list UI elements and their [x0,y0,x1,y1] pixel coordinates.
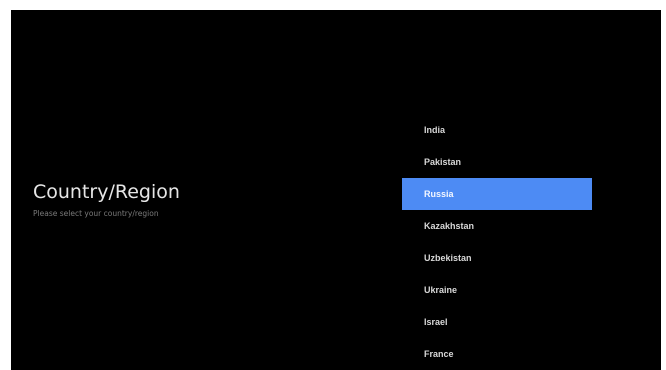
country-item-israel[interactable]: Israel [402,306,592,338]
country-item-ukraine[interactable]: Ukraine [402,274,592,306]
country-item-russia[interactable]: Russia [402,178,592,210]
page-subtitle: Please select your country/region [33,209,159,218]
country-item-india[interactable]: India [402,114,592,146]
country-item-kazakhstan[interactable]: Kazakhstan [402,210,592,242]
tv-screen: Country/Region Please select your countr… [11,10,661,370]
country-item-uzbekistan[interactable]: Uzbekistan [402,242,592,274]
page-title: Country/Region [33,181,180,203]
header-panel: Country/Region Please select your countr… [33,180,353,219]
country-list: India Pakistan Russia Kazakhstan Uzbekis… [402,114,592,370]
country-item-pakistan[interactable]: Pakistan [402,146,592,178]
country-item-france[interactable]: France [402,338,592,370]
